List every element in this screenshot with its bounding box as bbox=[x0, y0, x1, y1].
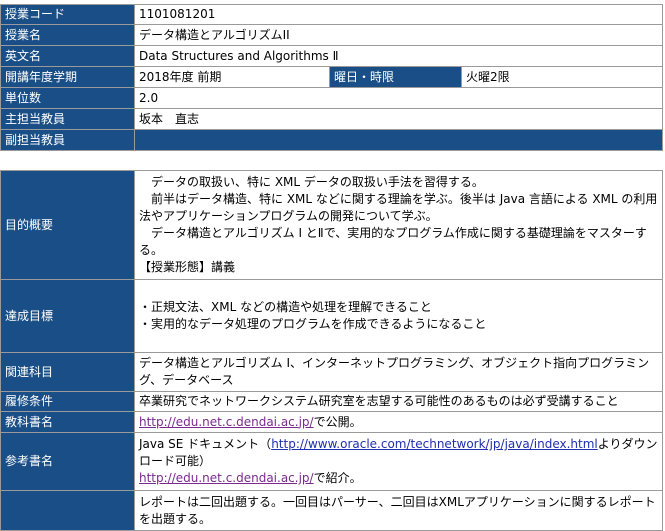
label-course-code: 授業コード bbox=[0, 4, 135, 25]
value-day-period: 火曜2限 bbox=[461, 66, 663, 88]
label-prereq: 履修条件 bbox=[0, 391, 135, 412]
label-reference: 参考書名 bbox=[0, 432, 135, 491]
label-term: 開講年度学期 bbox=[0, 66, 135, 88]
row-main-instructor: 主担当教員 坂本 直志 bbox=[0, 108, 663, 130]
label-goals: 達成目標 bbox=[0, 279, 135, 353]
value-main-instructor: 坂本 直志 bbox=[134, 108, 663, 130]
row-textbook: 教科書名 http://edu.net.c.dendai.ac.jp/で公開。 bbox=[0, 411, 663, 433]
row-term: 開講年度学期 2018年度 前期 曜日・時限 火曜2限 bbox=[0, 66, 663, 88]
row-course-name: 授業名 データ構造とアルゴリズムII bbox=[0, 24, 663, 46]
row-credits: 単位数 2.0 bbox=[0, 87, 663, 109]
value-objective: データの取扱い、特に XML データの取扱い手法を習得する。 前半はデータ構造、… bbox=[134, 170, 663, 280]
row-goals: 達成目標 ・正規文法、XML などの構造や処理を理解できること ・実用的なデータ… bbox=[0, 279, 663, 353]
value-evaluation: レポートは二回出題する。一回目はパーサー、二回目はXMLアプリケーションに関する… bbox=[134, 490, 663, 531]
value-related: データ構造とアルゴリズム Ⅰ、インターネットプログラミング、オブジェクト指向プロ… bbox=[134, 352, 663, 392]
value-textbook: http://edu.net.c.dendai.ac.jp/で公開。 bbox=[134, 411, 663, 433]
label-related: 関連科目 bbox=[0, 352, 135, 392]
value-goals: ・正規文法、XML などの構造や処理を理解できること ・実用的なデータ処理のプロ… bbox=[134, 279, 663, 353]
label-objective: 目的概要 bbox=[0, 170, 135, 280]
label-textbook: 教科書名 bbox=[0, 411, 135, 433]
label-main-instructor: 主担当教員 bbox=[0, 108, 135, 130]
objective-line-1: データの取扱い、特に XML データの取扱い手法を習得する。 bbox=[151, 175, 484, 189]
row-sub-instructor: 副担当教員 bbox=[0, 129, 663, 151]
row-objective: 目的概要 データの取扱い、特に XML データの取扱い手法を習得する。 前半はデ… bbox=[0, 170, 663, 280]
value-prereq: 卒業研究でネットワークシステム研究室を志望する可能性のあるものは必ず受講すること bbox=[134, 391, 663, 412]
row-related: 関連科目 データ構造とアルゴリズム Ⅰ、インターネットプログラミング、オブジェク… bbox=[0, 352, 663, 392]
value-english-name: Data Structures and Algorithms Ⅱ bbox=[134, 45, 663, 67]
value-term: 2018年度 前期 bbox=[134, 66, 330, 88]
objective-line-2: 前半はデータ構造、特に XML などに関する理論を学ぶ。後半は Java 言語に… bbox=[139, 192, 658, 223]
row-evaluation: レポートは二回出題する。一回目はパーサー、二回目はXMLアプリケーションに関する… bbox=[0, 490, 663, 531]
reference-line-1: Java SE ドキュメント（http://www.oracle.com/tec… bbox=[139, 436, 658, 470]
label-sub-instructor: 副担当教員 bbox=[0, 129, 135, 151]
objective-line-4: 【授業形態】講義 bbox=[139, 260, 236, 274]
label-course-name: 授業名 bbox=[0, 24, 135, 46]
row-prereq: 履修条件 卒業研究でネットワークシステム研究室を志望する可能性のあるものは必ず受… bbox=[0, 391, 663, 412]
label-day-period: 曜日・時限 bbox=[329, 66, 462, 88]
textbook-link[interactable]: http://edu.net.c.dendai.ac.jp/ bbox=[139, 415, 314, 429]
detail-table: 目的概要 データの取扱い、特に XML データの取扱い手法を習得する。 前半はデ… bbox=[0, 170, 663, 531]
label-credits: 単位数 bbox=[0, 87, 135, 109]
value-course-name: データ構造とアルゴリズムII bbox=[134, 24, 663, 46]
goal-line-1: ・正規文法、XML などの構造や処理を理解できること bbox=[139, 300, 432, 314]
reference-suffix: で紹介。 bbox=[313, 471, 362, 485]
row-english-name: 英文名 Data Structures and Algorithms Ⅱ bbox=[0, 45, 663, 67]
row-course-code: 授業コード 1101081201 bbox=[0, 4, 663, 25]
value-sub-instructor bbox=[134, 129, 663, 151]
row-reference: 参考書名 Java SE ドキュメント（http://www.oracle.co… bbox=[0, 432, 663, 491]
objective-line-3: データ構造とアルゴリズム Ⅰ とⅡで、実用的なプログラム作成に関する基礎理論をマ… bbox=[139, 226, 647, 257]
textbook-suffix: で公開。 bbox=[313, 414, 362, 429]
goal-line-2: ・実用的なデータ処理のプログラムを作成できるようになること bbox=[139, 317, 487, 331]
reference-prefix: Java SE ドキュメント（ bbox=[139, 437, 272, 451]
basic-info-table: 授業コード 1101081201 授業名 データ構造とアルゴリズムII 英文名 … bbox=[0, 4, 663, 151]
value-course-code: 1101081201 bbox=[134, 4, 663, 25]
value-reference: Java SE ドキュメント（http://www.oracle.com/tec… bbox=[134, 432, 663, 491]
reference-edu-link[interactable]: http://edu.net.c.dendai.ac.jp/ bbox=[139, 471, 314, 485]
value-credits: 2.0 bbox=[134, 87, 663, 109]
label-evaluation bbox=[0, 490, 135, 531]
oracle-link[interactable]: http://www.oracle.com/technetwork/jp/jav… bbox=[271, 437, 598, 451]
label-english-name: 英文名 bbox=[0, 45, 135, 67]
reference-line-2: http://edu.net.c.dendai.ac.jp/で紹介。 bbox=[139, 470, 658, 487]
